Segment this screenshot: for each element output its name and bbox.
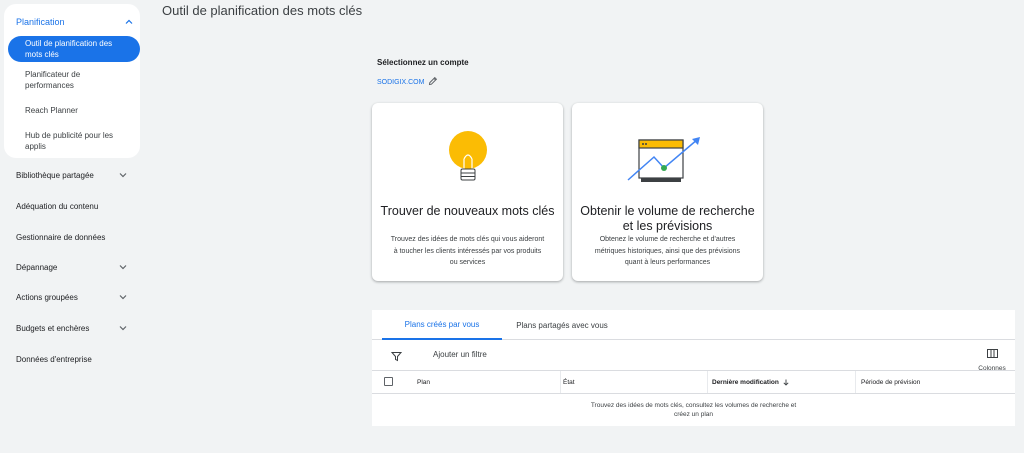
planification-header[interactable]: Planification	[16, 13, 134, 31]
sidebar-item-label: Reach Planner	[25, 106, 78, 115]
sidebar-item-label: Budgets et enchères	[16, 323, 90, 333]
column-header-status[interactable]: État	[560, 371, 707, 393]
tab-shared-plans[interactable]: Plans partagés avec vous	[502, 310, 622, 340]
trend-chart-icon	[572, 135, 763, 195]
sidebar-item-label: Dépannage	[16, 262, 58, 272]
column-header-label: Période de prévision	[861, 378, 921, 386]
sidebar-item-label: Hub de publicité pour les applis	[25, 131, 114, 151]
sidebar-item-label: Adéquation du contenu	[16, 201, 99, 211]
card-title: Trouver de nouveaux mots clés	[380, 204, 555, 218]
sidebar-item-label: Outil de planification des mots clés	[25, 39, 113, 59]
chevron-down-icon	[118, 323, 128, 333]
sidebar-item-label: Actions groupées	[16, 292, 78, 302]
find-keywords-card[interactable]: Trouver de nouveaux mots clés Trouvez de…	[372, 103, 563, 281]
add-filter-button[interactable]: Ajouter un filtre	[433, 350, 487, 359]
empty-state-message: Trouvez des idées de mots clés, consulte…	[372, 401, 1015, 419]
lightbulb-icon	[372, 129, 563, 189]
card-description: Obtenez le volume de recherche et d'autr…	[594, 236, 741, 266]
sidebar-item-label: Données d'entreprise	[16, 354, 92, 364]
sidebar-item-label: Planificateur de performances	[25, 70, 81, 90]
column-header-forecast-period[interactable]: Période de prévision	[855, 371, 1015, 393]
empty-state-line: créez un plan	[673, 411, 714, 418]
empty-state-line: Trouvez des idées de mots clés, consulte…	[590, 402, 797, 409]
plans-table-header: Plan État Dernière modification Période …	[372, 370, 1015, 394]
card-description: Trouvez des idées de mots clés qui vous …	[390, 236, 545, 266]
sidebar-item-data-manager[interactable]: Gestionnaire de données	[16, 230, 128, 244]
sidebar-item-label: Gestionnaire de données	[16, 232, 106, 242]
arrow-down-icon	[783, 379, 789, 386]
columns-button[interactable]: Colonnes	[972, 345, 1012, 372]
sidebar-item-budgets-bidding[interactable]: Budgets et enchères	[16, 321, 128, 335]
column-header-label: Plan	[417, 378, 431, 386]
column-header-label: Dernière modification	[712, 378, 779, 386]
column-header-label: État	[563, 378, 575, 386]
column-header-last-modified[interactable]: Dernière modification	[707, 371, 855, 393]
column-header-plan[interactable]: Plan	[417, 371, 560, 393]
sidebar-item-content-suitability[interactable]: Adéquation du contenu	[16, 199, 128, 213]
sidebar-item-bulk-actions[interactable]: Actions groupées	[16, 290, 128, 304]
sidebar-item-troubleshooting[interactable]: Dépannage	[16, 260, 128, 274]
sidebar-item-label: Bibliothèque partagée	[16, 170, 94, 180]
account-selector[interactable]: SODIGIX.COM	[377, 73, 438, 91]
search-volume-card[interactable]: Obtenir le volume de recherche et les pr…	[572, 103, 763, 281]
sidebar-item-performance-planner[interactable]: Planificateur de performances	[8, 69, 140, 91]
sidebar-item-shared-library[interactable]: Bibliothèque partagée	[16, 168, 128, 182]
sidebar-item-reach-planner[interactable]: Reach Planner	[8, 105, 140, 116]
planification-group: Planification Outil de planification des…	[4, 4, 140, 158]
chevron-down-icon	[118, 170, 128, 180]
chevron-down-icon	[118, 292, 128, 302]
select-all-checkbox[interactable]	[384, 377, 393, 386]
columns-icon	[986, 345, 998, 362]
sidebar: Planification Outil de planification des…	[0, 0, 148, 453]
plans-panel: Plans créés par vous Plans partagés avec…	[372, 310, 1015, 426]
plans-tabs: Plans créés par vous Plans partagés avec…	[372, 310, 1015, 340]
page-title: Outil de planification des mots clés	[162, 3, 363, 18]
card-title: Obtenir le volume de recherche et les pr…	[580, 204, 755, 233]
sidebar-item-keyword-planner[interactable]: Outil de planification des mots clés	[8, 36, 140, 62]
pencil-icon[interactable]	[428, 73, 438, 91]
sidebar-item-app-hub[interactable]: Hub de publicité pour les applis	[8, 130, 140, 152]
account-value[interactable]: SODIGIX.COM	[377, 79, 424, 86]
chevron-down-icon	[118, 262, 128, 272]
chevron-up-icon	[124, 17, 134, 27]
sidebar-item-business-data[interactable]: Données d'entreprise	[16, 352, 128, 366]
account-label: Sélectionnez un compte	[377, 58, 469, 67]
filter-icon[interactable]	[390, 349, 403, 362]
planification-label: Planification	[16, 17, 65, 27]
tab-my-plans[interactable]: Plans créés par vous	[382, 310, 502, 340]
